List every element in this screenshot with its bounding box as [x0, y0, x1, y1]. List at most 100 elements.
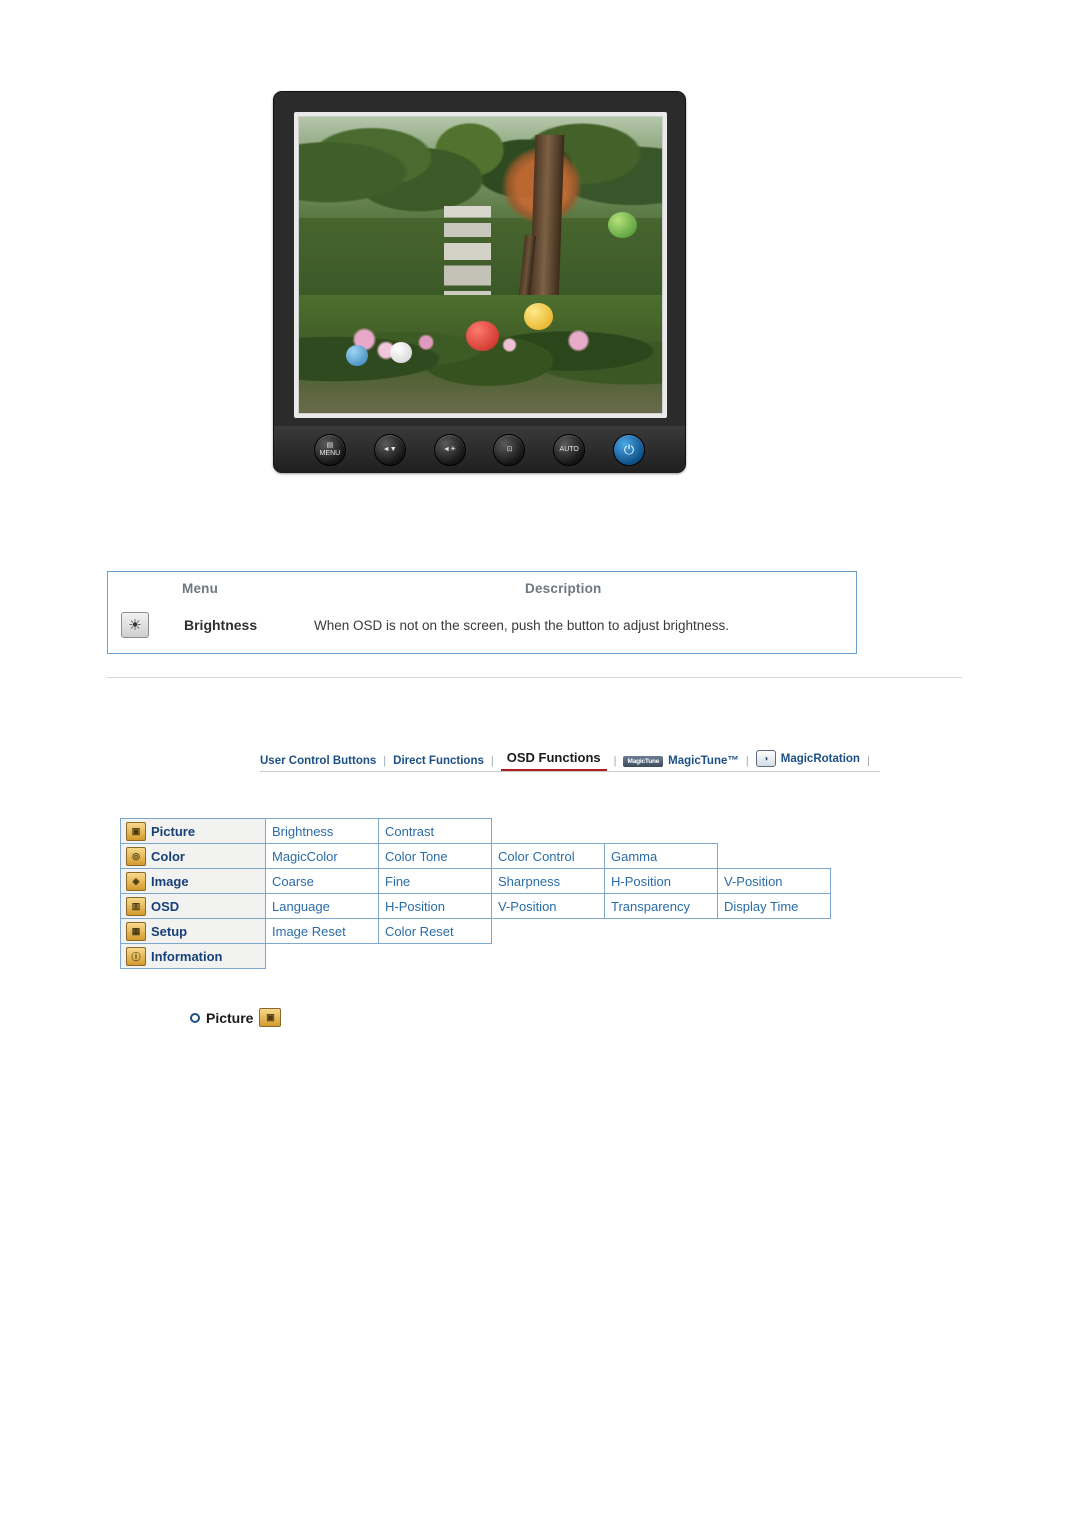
section-heading-label: Picture: [206, 1009, 254, 1026]
color-icon: ◎: [126, 847, 146, 866]
magictune-logo-icon: MagicTune: [623, 755, 664, 767]
tab-separator: |: [490, 755, 494, 767]
category-label: Setup: [151, 923, 188, 939]
tab-user-control-buttons[interactable]: User Control Buttons: [260, 755, 376, 772]
category-label: Picture: [151, 823, 196, 839]
bullet-icon: [190, 1012, 200, 1023]
menu-description-table: Menu Description ☀ Brightness When OSD i…: [107, 571, 857, 654]
osd-option-h-position[interactable]: H-Position: [378, 893, 492, 919]
osd-option-transparency[interactable]: Transparency: [604, 893, 718, 919]
empty-cell: [379, 944, 492, 969]
osd-category-image[interactable]: ◈ Image: [120, 868, 266, 894]
empty-cell: [718, 944, 831, 969]
empty-cell: [718, 819, 831, 844]
column-header-menu: Menu: [182, 581, 219, 596]
menu-name-cell: Brightness: [184, 617, 258, 633]
osd-option-color-reset[interactable]: Color Reset: [378, 918, 492, 944]
osd-option-brightness[interactable]: Brightness: [265, 818, 379, 844]
tab-label: MagicRotation: [780, 752, 860, 765]
tab-underline: [260, 771, 880, 772]
osd-category-setup[interactable]: ▦ Setup: [120, 918, 266, 944]
osd-category-information[interactable]: ⓘ Information: [120, 943, 266, 969]
tab-separator: |: [613, 755, 617, 767]
tab-label: MagicTune™: [668, 755, 739, 767]
tab-label: OSD Functions: [506, 750, 601, 765]
empty-cell: [492, 819, 605, 844]
source-button[interactable]: ◄▼: [373, 433, 406, 466]
osd-option-magiccolor[interactable]: MagicColor: [265, 843, 379, 869]
tab-separator: |: [745, 755, 749, 767]
table-row: ▦ Setup Image Reset Color Reset: [120, 918, 831, 944]
menu-icon: ▤ MENU: [319, 442, 341, 457]
category-label: OSD: [151, 898, 180, 914]
empty-cell: [492, 919, 605, 944]
monitor-body: ▤ MENU ◄▼ ◄☀ ⊡ AUTO ⏻: [273, 91, 686, 473]
menu-button[interactable]: ▤ MENU: [313, 433, 346, 466]
image-icon: ◈: [126, 872, 146, 891]
function-tabs: User Control Buttons | Direct Functions …: [260, 742, 880, 772]
auto-icon: AUTO: [559, 445, 579, 453]
picture-icon: ▣: [126, 822, 146, 841]
power-icon: ⏻: [623, 441, 635, 457]
osd-option-color-tone[interactable]: Color Tone: [378, 843, 492, 869]
enter-icon: ⊡: [506, 445, 513, 453]
brightness-sun-icon: ☀: [121, 612, 149, 638]
column-header-description: Description: [525, 581, 602, 596]
source-arrow-icon: ◄▼: [382, 445, 397, 453]
osd-option-v-position[interactable]: V-Position: [491, 893, 605, 919]
yellow-ball: [524, 303, 554, 331]
monitor-screen-image: [298, 116, 663, 414]
empty-cell: [605, 919, 718, 944]
white-ball: [389, 341, 412, 363]
empty-cell: [605, 819, 718, 844]
table-row: ⓘ Information: [120, 943, 831, 969]
tab-magicrotation[interactable]: ◑ MagicRotation: [755, 750, 860, 772]
osd-option-color-control[interactable]: Color Control: [491, 843, 605, 869]
tab-label: Direct Functions: [393, 755, 484, 767]
osd-category-color[interactable]: ◎ Color: [120, 843, 266, 869]
category-label: Information: [151, 948, 223, 964]
empty-cell: [266, 944, 379, 969]
osd-icon: ▥: [126, 897, 146, 916]
section-divider: [107, 677, 962, 678]
osd-menu-table: ▣ Picture Brightness Contrast ◎ Color Ma…: [120, 818, 831, 969]
red-ball: [465, 321, 499, 351]
osd-option-contrast[interactable]: Contrast: [378, 818, 492, 844]
auto-button[interactable]: AUTO: [553, 433, 586, 466]
tab-separator: |: [383, 755, 387, 767]
osd-category-osd[interactable]: ▥ OSD: [120, 893, 266, 919]
osd-option-image-reset[interactable]: Image Reset: [265, 918, 379, 944]
table-row: ▣ Picture Brightness Contrast: [120, 818, 831, 844]
osd-option-sharpness[interactable]: Sharpness: [491, 868, 605, 894]
empty-cell: [492, 944, 605, 969]
tab-osd-functions[interactable]: OSD Functions: [500, 750, 607, 772]
osd-option-v-position[interactable]: V-Position: [717, 868, 831, 894]
setup-icon: ▦: [126, 922, 146, 941]
osd-option-display-time[interactable]: Display Time: [717, 893, 831, 919]
magicrotation-icon: ◑: [755, 750, 776, 767]
osd-option-coarse[interactable]: Coarse: [265, 868, 379, 894]
power-button[interactable]: ⏻: [613, 433, 646, 466]
tab-label: User Control Buttons: [260, 755, 377, 767]
table-row: ☀ Brightness When OSD is not on the scre…: [108, 612, 856, 638]
tab-separator: |: [866, 755, 870, 767]
monitor-control-bar: ▤ MENU ◄▼ ◄☀ ⊡ AUTO ⏻: [274, 426, 685, 473]
osd-option-fine[interactable]: Fine: [378, 868, 492, 894]
osd-category-picture[interactable]: ▣ Picture: [120, 818, 266, 844]
osd-option-language[interactable]: Language: [265, 893, 379, 919]
tab-magictune[interactable]: MagicTune MagicTune™: [623, 755, 739, 772]
monitor-screen-bezel: [294, 112, 667, 418]
category-label: Color: [151, 848, 185, 864]
empty-cell: [718, 844, 831, 869]
osd-option-gamma[interactable]: Gamma: [604, 843, 718, 869]
brightness-button[interactable]: ◄☀: [433, 433, 466, 466]
enter-button[interactable]: ⊡: [493, 433, 526, 466]
monitor-illustration: ▤ MENU ◄▼ ◄☀ ⊡ AUTO ⏻: [273, 91, 686, 473]
table-row: ▥ OSD Language H-Position V-Position Tra…: [120, 893, 831, 919]
brightness-sun-icon: ◄☀: [442, 445, 457, 453]
tab-direct-functions[interactable]: Direct Functions: [393, 755, 484, 772]
menu-description-cell: When OSD is not on the screen, push the …: [314, 617, 729, 633]
table-row: ◈ Image Coarse Fine Sharpness H-Position…: [120, 868, 831, 894]
osd-option-h-position[interactable]: H-Position: [604, 868, 718, 894]
empty-cell: [718, 919, 831, 944]
